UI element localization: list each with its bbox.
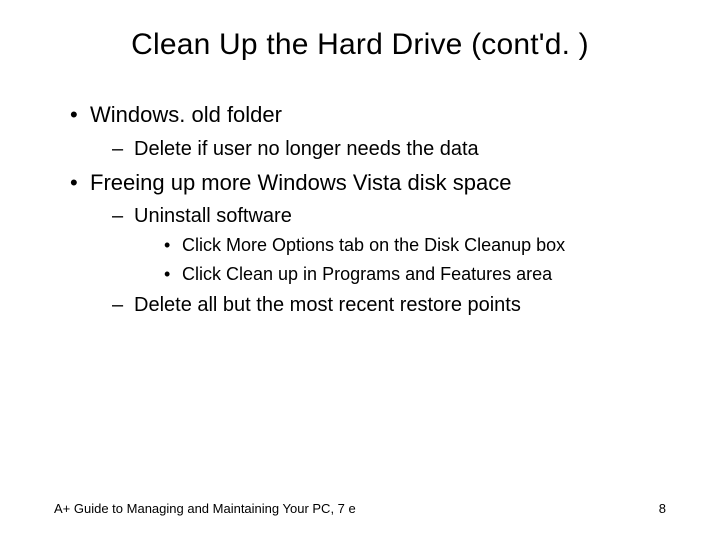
bullet-sublist: Uninstall software Click More Options ta…: [90, 203, 666, 318]
bullet-sublist: Delete if user no longer needs the data: [90, 136, 666, 162]
bullet-text: Delete all but the most recent restore p…: [134, 294, 521, 316]
bullet-subsublist: Click More Options tab on the Disk Clean…: [134, 233, 666, 286]
footer-page-number: 8: [659, 501, 666, 516]
bullet-list: Windows. old folder Delete if user no lo…: [54, 100, 666, 318]
bullet-level2: Uninstall software Click More Options ta…: [112, 203, 666, 286]
bullet-text: Click Clean up in Programs and Features …: [182, 264, 552, 284]
bullet-text: Delete if user no longer needs the data: [134, 138, 479, 160]
bullet-text: Click More Options tab on the Disk Clean…: [182, 235, 565, 255]
bullet-level1: Freeing up more Windows Vista disk space…: [70, 168, 666, 318]
bullet-level2: Delete if user no longer needs the data: [112, 136, 666, 162]
footer-source: A+ Guide to Managing and Maintaining You…: [54, 501, 356, 516]
bullet-text: Windows. old folder: [90, 102, 282, 127]
bullet-level3: Click More Options tab on the Disk Clean…: [164, 233, 666, 257]
slide: Clean Up the Hard Drive (cont'd. ) Windo…: [0, 0, 720, 540]
bullet-level3: Click Clean up in Programs and Features …: [164, 262, 666, 286]
bullet-level1: Windows. old folder Delete if user no lo…: [70, 100, 666, 162]
bullet-text: Freeing up more Windows Vista disk space: [90, 170, 511, 195]
slide-footer: A+ Guide to Managing and Maintaining You…: [54, 501, 666, 516]
bullet-level2: Delete all but the most recent restore p…: [112, 292, 666, 318]
slide-title: Clean Up the Hard Drive (cont'd. ): [54, 28, 666, 62]
bullet-text: Uninstall software: [134, 205, 292, 227]
